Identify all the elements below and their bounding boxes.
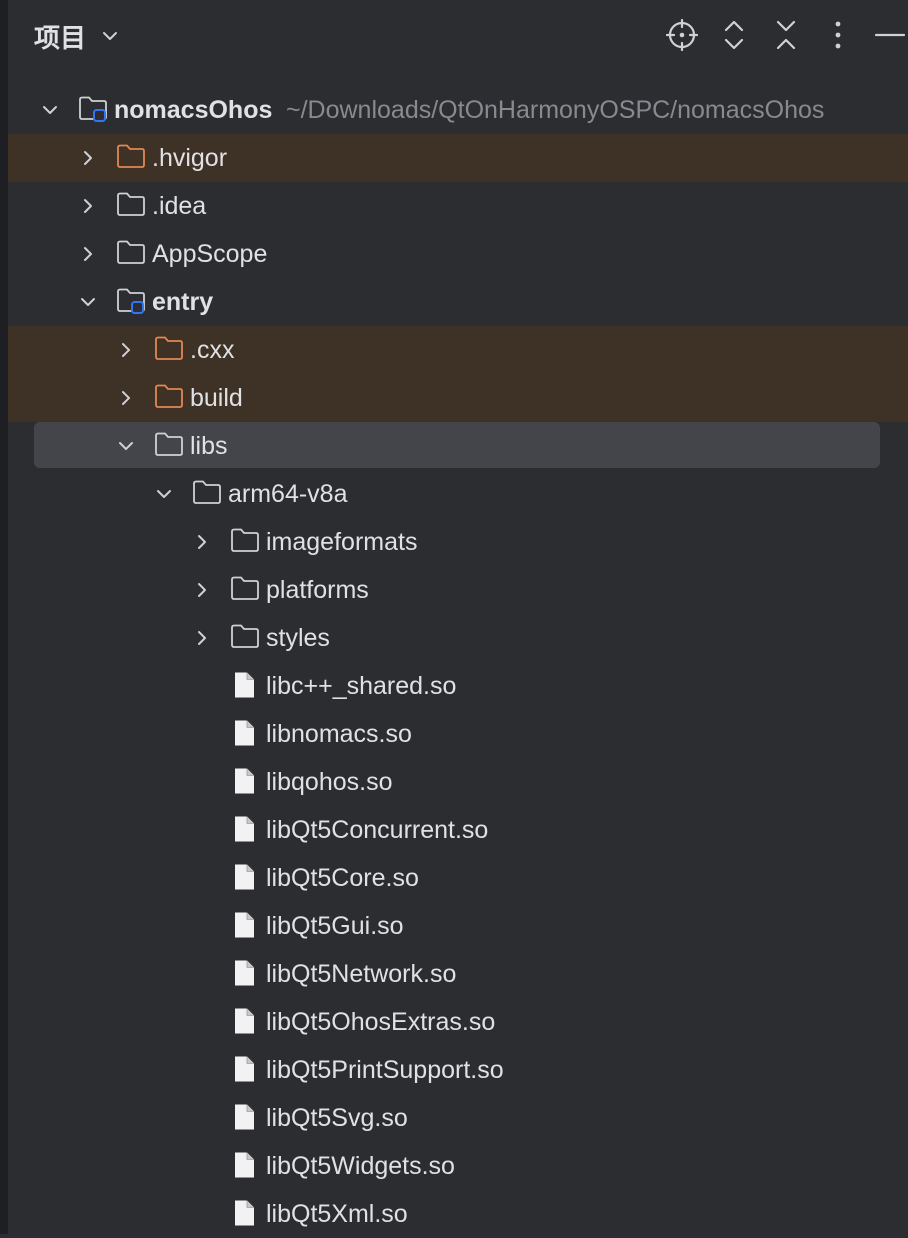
file-icon [235,720,254,746]
excluded-folder-icon [155,384,183,408]
folder-icon [231,528,259,552]
more-icon[interactable] [820,17,856,53]
tree-item-label: .idea [152,192,207,220]
folder-icon [231,624,259,648]
tree-row-libqt5ohosextras-so[interactable]: libQt5OhosExtras.so [8,998,908,1046]
tree-row-build[interactable]: build [8,374,908,422]
tree-item-label: libQt5Network.so [266,960,457,988]
panel-title[interactable]: 项目 [34,18,86,55]
excluded-folder-icon [155,336,183,360]
folder-icon [231,576,259,600]
tree-row-libqt5printsupport-so[interactable]: libQt5PrintSupport.so [8,1046,908,1094]
chevron-down-icon[interactable] [154,484,174,504]
chevron-down-icon[interactable] [40,100,60,120]
chevron-right-icon[interactable] [78,196,98,216]
tree-row-libqt5svg-so[interactable]: libQt5Svg.so [8,1094,908,1142]
tree-item-label: libQt5Core.so [266,864,419,892]
folder-icon [117,240,145,264]
chevron-right-icon[interactable] [192,532,212,552]
folder-icon [155,432,183,456]
excluded-folder-icon [117,144,145,168]
tree-row-libqohos-so[interactable]: libqohos.so [8,758,908,806]
chevron-right-icon[interactable] [116,340,136,360]
tree-item-label: .cxx [190,336,235,364]
file-icon [235,768,254,794]
chevron-down-icon[interactable] [78,292,98,312]
project-name: nomacsOhos [114,96,273,124]
file-icon [235,912,254,938]
chevron-right-icon[interactable] [192,628,212,648]
tree-row-hvigor[interactable]: .hvigor [8,134,908,182]
tree-item-label: arm64-v8a [228,480,348,508]
minimize-icon[interactable] [872,17,908,53]
tree-row-libqt5xml-so[interactable]: libQt5Xml.so [8,1190,908,1238]
project-panel-header: 项目 [8,0,908,70]
module-folder-icon [117,288,145,314]
tree-item-label: AppScope [152,240,268,268]
tree-row-cxx[interactable]: .cxx [8,326,908,374]
tree-item-label: libQt5Widgets.so [266,1152,455,1180]
tree-item-label: libQt5Xml.so [266,1200,408,1228]
project-path: ~/Downloads/QtOnHarmonyOSPC/nomacsOhos [286,96,825,124]
file-icon [235,672,254,698]
tree-item-label: libc++_shared.so [266,672,457,700]
chevron-right-icon[interactable] [192,580,212,600]
module-folder-icon [79,96,107,122]
tree-row-libs[interactable]: libs [8,422,908,470]
folder-icon [193,480,221,504]
file-icon [235,1104,254,1130]
collapse-all-icon[interactable] [768,17,804,53]
expand-all-icon[interactable] [716,17,752,53]
tree-row-libqt5concurrent-so[interactable]: libQt5Concurrent.so [8,806,908,854]
tree-item-label: libs [190,432,228,460]
tree-row-arm64-v8a[interactable]: arm64-v8a [8,470,908,518]
tree-row-libqt5gui-so[interactable]: libQt5Gui.so [8,902,908,950]
tree-row-libc-shared-so[interactable]: libc++_shared.so [8,662,908,710]
tree-row-project-root[interactable]: nomacsOhos ~/Downloads/QtOnHarmonyOSPC/n… [8,86,908,134]
chevron-right-icon[interactable] [78,148,98,168]
tree-item-label: libnomacs.so [266,720,412,748]
tree-row-libnomacs-so[interactable]: libnomacs.so [8,710,908,758]
file-icon [235,816,254,842]
tree-item-label: entry [152,288,214,316]
tree-item-label: libQt5Gui.so [266,912,404,940]
file-icon [235,1200,254,1226]
tree-item-label: libQt5PrintSupport.so [266,1056,504,1084]
tree-row-libqt5widgets-so[interactable]: libQt5Widgets.so [8,1142,908,1190]
tree-row-platforms[interactable]: platforms [8,566,908,614]
tree-item-label: libQt5Svg.so [266,1104,408,1132]
project-tree: nomacsOhos ~/Downloads/QtOnHarmonyOSPC/n… [8,86,908,1238]
tree-row-libqt5core-so[interactable]: libQt5Core.so [8,854,908,902]
chevron-right-icon[interactable] [78,244,98,264]
tree-row-appscope[interactable]: AppScope [8,230,908,278]
tree-item-label: styles [266,624,330,652]
locate-icon[interactable] [664,17,700,53]
folder-icon [117,192,145,216]
file-icon [235,1152,254,1178]
tree-row-libqt5network-so[interactable]: libQt5Network.so [8,950,908,998]
file-icon [235,1008,254,1034]
chevron-down-icon[interactable] [100,26,120,46]
file-icon [235,864,254,890]
chevron-down-icon[interactable] [116,436,136,456]
tree-row-styles[interactable]: styles [8,614,908,662]
tree-item-label: imageformats [266,528,418,556]
left-gutter [0,0,8,1234]
tree-item-label: libQt5OhosExtras.so [266,1008,496,1036]
tree-item-label: build [190,384,243,412]
tree-item-label: platforms [266,576,369,604]
tree-row-imageformats[interactable]: imageformats [8,518,908,566]
tree-row-entry[interactable]: entry [8,278,908,326]
tree-item-label: libqohos.so [266,768,393,796]
file-icon [235,960,254,986]
file-icon [235,1056,254,1082]
tree-item-label: libQt5Concurrent.so [266,816,489,844]
tree-item-label: .hvigor [152,144,228,172]
tree-row-idea[interactable]: .idea [8,182,908,230]
chevron-right-icon[interactable] [116,388,136,408]
